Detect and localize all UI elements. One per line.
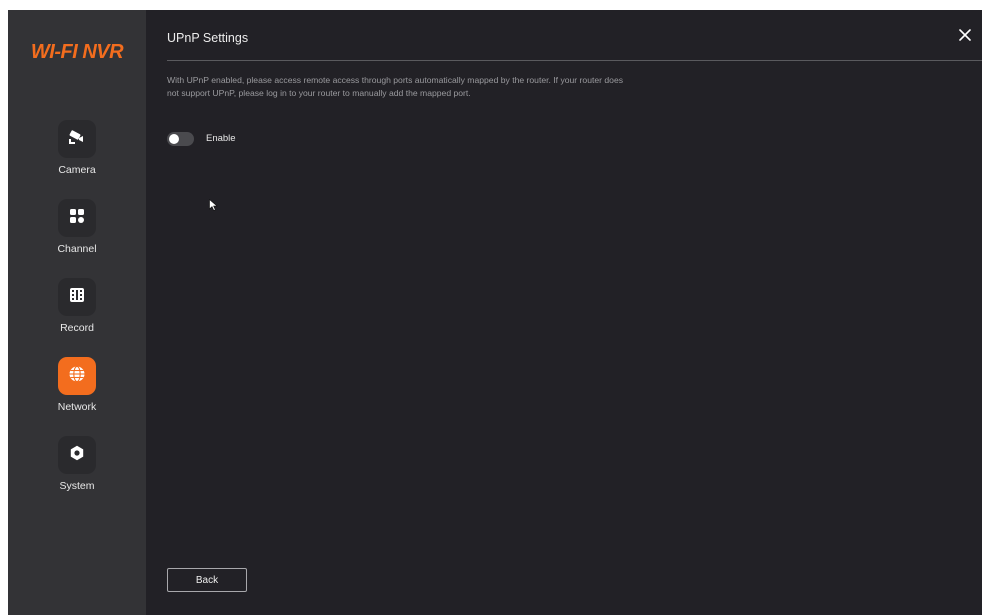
sidebar: WI-FI NVR Camera Channel Record Network … (8, 10, 146, 615)
film-icon (69, 287, 85, 308)
sidebar-item-record[interactable]: Record (8, 278, 146, 342)
app-logo: WI-FI NVR (30, 41, 124, 63)
camera-icon (67, 129, 87, 150)
sidebar-item-network[interactable]: Network (8, 357, 146, 421)
sidebar-item-channel[interactable]: Channel (8, 199, 146, 263)
title-divider (167, 60, 982, 61)
upnp-description: With UPnP enabled, please access remote … (167, 75, 624, 98)
enable-toggle[interactable] (167, 132, 194, 146)
sidebar-item-system[interactable]: System (8, 436, 146, 500)
sidebar-item-label: Network (57, 401, 97, 413)
gear-icon (69, 445, 85, 466)
channel-grid-icon (69, 208, 85, 229)
globe-icon (68, 365, 86, 388)
main-panel: UPnP Settings With UPnP enabled, please … (146, 10, 982, 615)
toggle-knob (169, 134, 179, 144)
enable-label: Enable (206, 133, 236, 144)
close-button[interactable] (956, 28, 974, 46)
sidebar-item-label: Camera (58, 164, 96, 176)
sidebar-item-label: Record (60, 322, 94, 334)
mouse-cursor-icon (209, 198, 218, 216)
page-title: UPnP Settings (167, 31, 249, 45)
close-icon (959, 28, 971, 46)
sidebar-item-label: System (59, 480, 95, 492)
back-button[interactable]: Back (167, 568, 247, 592)
sidebar-item-label: Channel (57, 243, 97, 255)
sidebar-item-camera[interactable]: Camera (8, 120, 146, 184)
app-window: WI-FI NVR Camera Channel Record Network … (8, 10, 982, 615)
